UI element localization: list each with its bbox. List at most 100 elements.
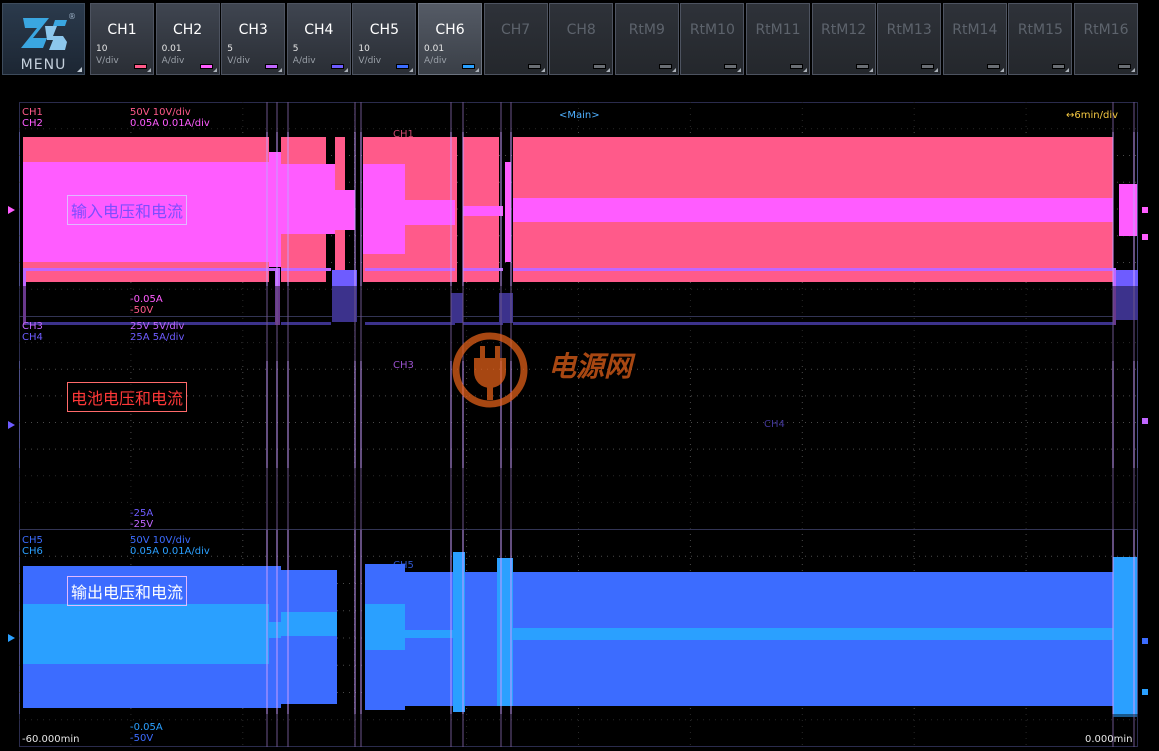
channel-tab-rtm11[interactable]: RtM11	[746, 3, 810, 75]
tab-corner-icon	[737, 68, 742, 72]
panel-channel-a: CH5	[22, 535, 43, 546]
registered-mark: ®	[68, 12, 76, 21]
channel-tab-ch7[interactable]: CH7	[483, 3, 548, 75]
right-marker	[1142, 689, 1148, 695]
ch2-trace	[505, 162, 511, 262]
ch3-trace	[365, 268, 455, 271]
channel-name: CH8	[566, 22, 596, 38]
channel-name: CH2	[172, 22, 203, 38]
ch6-trace	[1113, 557, 1137, 717]
channel-tab-ch6[interactable]: CH6 0.01 A/div	[418, 3, 482, 75]
panel-scale-a: 50V 10V/div	[130, 535, 191, 546]
ch6-trace	[281, 612, 337, 636]
channel-tab-ch4[interactable]: CH4 5 A/div	[286, 3, 351, 75]
watermark: 电源网	[452, 330, 652, 410]
tab-corner-icon	[212, 68, 217, 72]
panel-channel-b: CH4	[22, 332, 43, 343]
ground-marker[interactable]	[8, 206, 15, 214]
channel-name: CH4	[304, 22, 334, 38]
channel-color-indicator	[1118, 64, 1131, 69]
channel-scale-value: 0.01	[161, 44, 182, 54]
ch3-trace	[513, 268, 1113, 271]
panel-bottom-b: -0.05A	[130, 722, 163, 733]
channel-tab-rtm10[interactable]: RtM10	[680, 3, 745, 75]
channel-scale-value: 0.01	[424, 44, 445, 54]
trace-label-ch4: CH4	[764, 419, 785, 430]
channel-color-indicator	[199, 64, 213, 69]
panel-scale-b: 25A 5A/div	[130, 332, 185, 343]
panel-channel-a: CH3	[22, 321, 43, 332]
channel-name: CH6	[435, 22, 465, 38]
right-marker	[1142, 418, 1148, 424]
panel-scale-a: 25V 5V/div	[130, 321, 185, 332]
tab-corner-icon	[803, 68, 807, 72]
channel-scale-unit: A/div	[161, 56, 185, 66]
tab-corner-icon	[671, 68, 676, 72]
panel-scale-b: 0.05A 0.01A/div	[130, 118, 210, 129]
channel-tab-ch3[interactable]: CH3 5 V/div	[221, 3, 286, 75]
channel-name: RtM9	[628, 22, 665, 38]
ch2-trace	[277, 164, 335, 234]
panel-bottom-a: -50V	[130, 305, 154, 316]
trace-shade	[19, 468, 1138, 530]
ground-marker[interactable]	[8, 634, 15, 642]
tab-corner-icon	[999, 68, 1004, 72]
channel-color-indicator	[527, 64, 541, 69]
channel-color-indicator	[330, 64, 344, 69]
channel-tabs: CH1 10 V/div CH2 0.01 A/div CH3 5 V/div CH4 5 A/div…	[90, 3, 1140, 75]
channel-scale-unit: V/div	[227, 56, 250, 66]
channel-tab-ch5[interactable]: CH5 10 V/div	[352, 3, 417, 75]
channel-tab-rtm9[interactable]: RtM9	[614, 3, 679, 75]
panel-bottom-b: -0.05A	[130, 294, 163, 305]
ch5-trace	[465, 572, 497, 706]
channel-tab-ch1[interactable]: CH1 10 V/div	[90, 3, 154, 75]
channel-scale-unit: A/div	[292, 56, 316, 66]
trace-label: CH3	[393, 360, 414, 371]
channel-tab-ch8[interactable]: CH8	[549, 3, 614, 75]
tab-corner-icon	[1131, 68, 1135, 72]
channel-name: RtM12	[821, 22, 867, 38]
ch2-trace	[363, 164, 405, 254]
ch2-trace	[513, 198, 1113, 222]
timebase-readout[interactable]: ↔6min/div	[1066, 110, 1118, 121]
tab-corner-icon	[540, 68, 545, 72]
channel-tab-rtm12[interactable]: RtM12	[811, 3, 876, 75]
trace-label: CH1	[393, 129, 414, 140]
menu-label: MENU	[20, 57, 67, 73]
channel-tab-rtm16[interactable]: RtM16	[1074, 3, 1138, 75]
ch6-trace	[23, 604, 269, 664]
channel-scale-unit: V/div	[358, 56, 382, 66]
channel-tab-ch2[interactable]: CH2 0.01 A/div	[155, 3, 220, 75]
tab-corner-icon	[343, 68, 348, 72]
channel-name: RtM11	[755, 22, 801, 38]
panel-title: 输出电压和电流	[67, 576, 188, 606]
ch3-trace	[463, 268, 503, 271]
channel-tab-rtm15[interactable]: RtM15	[1008, 3, 1073, 75]
panel-title: 电池电压和电流	[67, 382, 188, 412]
trace-label: CH5	[393, 560, 414, 571]
channel-color-indicator	[265, 64, 279, 69]
channel-color-indicator	[462, 64, 475, 69]
channel-color-indicator	[986, 64, 1000, 69]
right-marker	[1142, 234, 1148, 240]
channel-color-indicator	[790, 64, 803, 69]
channel-name: CH5	[369, 22, 399, 38]
ch2-trace	[405, 200, 455, 225]
channel-color-indicator	[1052, 64, 1066, 69]
panel-channel-b: CH6	[22, 546, 43, 557]
channel-tab-rtm14[interactable]: RtM14	[942, 3, 1007, 75]
panel-channel-a: CH1	[22, 107, 43, 118]
channel-color-indicator	[134, 64, 147, 69]
tab-corner-icon	[409, 68, 414, 72]
channel-color-indicator	[921, 64, 935, 69]
ground-marker[interactable]	[8, 421, 15, 429]
ch5-trace	[405, 572, 453, 706]
panel-channel-b: CH2	[22, 118, 43, 129]
channel-color-indicator	[855, 64, 869, 69]
channel-scale-value: 10	[358, 44, 370, 54]
ch6-trace	[365, 604, 405, 650]
menu-button[interactable]: ® MENU	[2, 3, 85, 75]
channel-tab-rtm13[interactable]: RtM13	[877, 3, 942, 75]
time-end-label: 0.000min	[1085, 734, 1133, 745]
channel-name: RtM14	[952, 22, 998, 38]
